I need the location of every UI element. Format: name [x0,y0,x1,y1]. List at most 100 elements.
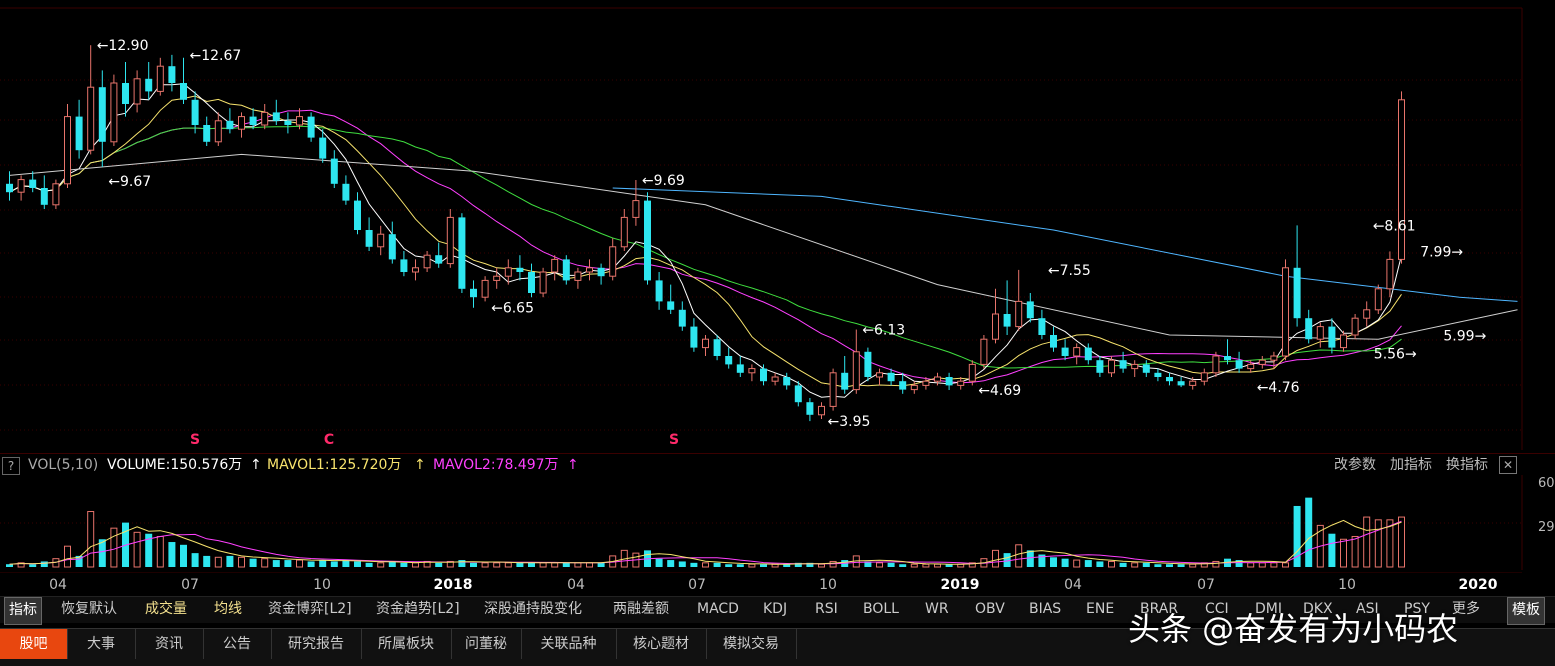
candle-body [1096,360,1104,373]
price-annotation: 5.56→ [1374,346,1417,362]
price-annotation: ←4.69 [978,383,1021,399]
rsi-tab[interactable]: RSI [815,597,838,623]
volume-bar [296,559,303,568]
change-params-button[interactable]: 改参数 [1334,454,1376,476]
candle-body [1293,267,1301,319]
candle-body [1166,377,1173,382]
ene-tab[interactable]: ENE [1086,597,1114,623]
ask-secretary-tab[interactable]: 问董秘 [451,629,522,659]
candle-body [1351,317,1359,336]
candle-body [609,246,617,277]
candle-body [1038,318,1046,335]
candle-body [1247,363,1255,370]
candle-body [713,339,721,356]
chart-background [0,0,1555,450]
candle-body [40,188,48,205]
kdj-tab[interactable]: KDJ [763,597,787,623]
candle-body [1003,314,1011,327]
candle-body [400,259,408,272]
volume-bar [574,562,582,568]
news-tab[interactable]: 资讯 [135,629,204,659]
candle-body [458,217,466,289]
volume-bar [1258,562,1266,568]
volume-bar [1189,563,1197,568]
candle [864,347,872,382]
candle-body [1073,347,1081,357]
guba-tab[interactable]: 股吧 [0,629,68,659]
candle-body [806,402,814,415]
related-tab[interactable]: 关联品种 [521,629,617,659]
candle-body [1224,356,1231,361]
volume-bar [458,560,466,567]
volume-bar [713,562,721,567]
time-axis-label: 10 [313,577,331,593]
candle-body [365,230,373,247]
core-theme-tab[interactable]: 核心题材 [616,629,707,659]
switch-indicator-button[interactable]: 换指标 [1446,454,1488,476]
capital-game-tab[interactable]: 资金博弈[L2] [268,597,352,623]
simulated-trade-tab[interactable]: 模拟交易 [706,629,797,659]
macd-tab[interactable]: MACD [697,597,739,623]
price-annotation: ←9.67 [108,174,151,190]
price-annotation: ←6.13 [862,323,905,339]
candle-body [760,368,767,382]
candle-body [1363,309,1371,319]
candle-body [388,234,396,260]
candle-body [493,275,501,281]
candle-body [620,216,628,248]
time-axis-label: 04 [49,577,67,593]
candle-body [841,372,849,390]
bias-tab[interactable]: BIAS [1029,597,1061,623]
volume-bar [1282,562,1289,568]
volume-bar [1050,557,1057,567]
volume-bar [214,556,222,568]
events-tab[interactable]: 大事 [67,629,136,659]
research-tab[interactable]: 研究报告 [271,629,362,659]
candle-body [655,280,663,302]
volume-bar [586,562,593,568]
indicator-tab-selected[interactable]: 指标 [4,597,42,625]
time-axis-label: 07 [181,577,199,593]
candle-body [168,66,176,83]
volume-bar [203,555,211,567]
volume-bar [992,549,999,568]
volume-bar [829,560,837,568]
capital-trend-tab[interactable]: 资金趋势[L2] [376,597,460,623]
candle [64,104,71,188]
volume-bar [133,531,141,568]
candle-body [284,120,292,125]
wr-tab[interactable]: WR [925,597,949,623]
candle-body [122,83,129,104]
candle-body [1386,258,1394,290]
candle-body [319,137,327,159]
sector-tab[interactable]: 所属板块 [361,629,452,659]
template-tab[interactable]: 模板 [1507,597,1545,625]
price-annotation: ←12.67 [190,48,242,64]
candle [829,368,837,411]
boll-tab[interactable]: BOLL [863,597,899,623]
add-indicator-button[interactable]: 加指标 [1390,454,1432,476]
obv-tab[interactable]: OBV [975,597,1005,623]
candle [562,255,570,285]
help-icon[interactable]: ? [2,457,20,475]
northbound-holding-tab[interactable]: 深股通持股变化 [484,597,582,623]
announcements-tab[interactable]: 公告 [203,629,272,659]
volume-bar [1154,564,1162,567]
vol-tick-label: 29 [1538,520,1555,535]
close-icon[interactable]: ✕ [1499,456,1517,474]
restore-default-tab[interactable]: 恢复默认 [61,597,117,623]
candle [1398,91,1405,264]
volume-bar [1270,562,1278,568]
candle-body [272,112,280,121]
margin-balance-tab[interactable]: 两融差额 [613,597,669,623]
signal-marker: C [324,432,334,448]
candle-body [702,338,709,349]
candle-body [725,356,733,365]
volume-bar [1177,564,1185,567]
volume-tab[interactable]: 成交量 [145,597,187,623]
volume-header: ? VOL(5,10) VOLUME:150.576万 ↑ MAVOL1:125… [0,453,1555,476]
candle-body [957,380,965,386]
time-axis-label: 07 [688,577,706,593]
candle-body [470,288,477,298]
ma-tab[interactable]: 均线 [214,597,242,623]
